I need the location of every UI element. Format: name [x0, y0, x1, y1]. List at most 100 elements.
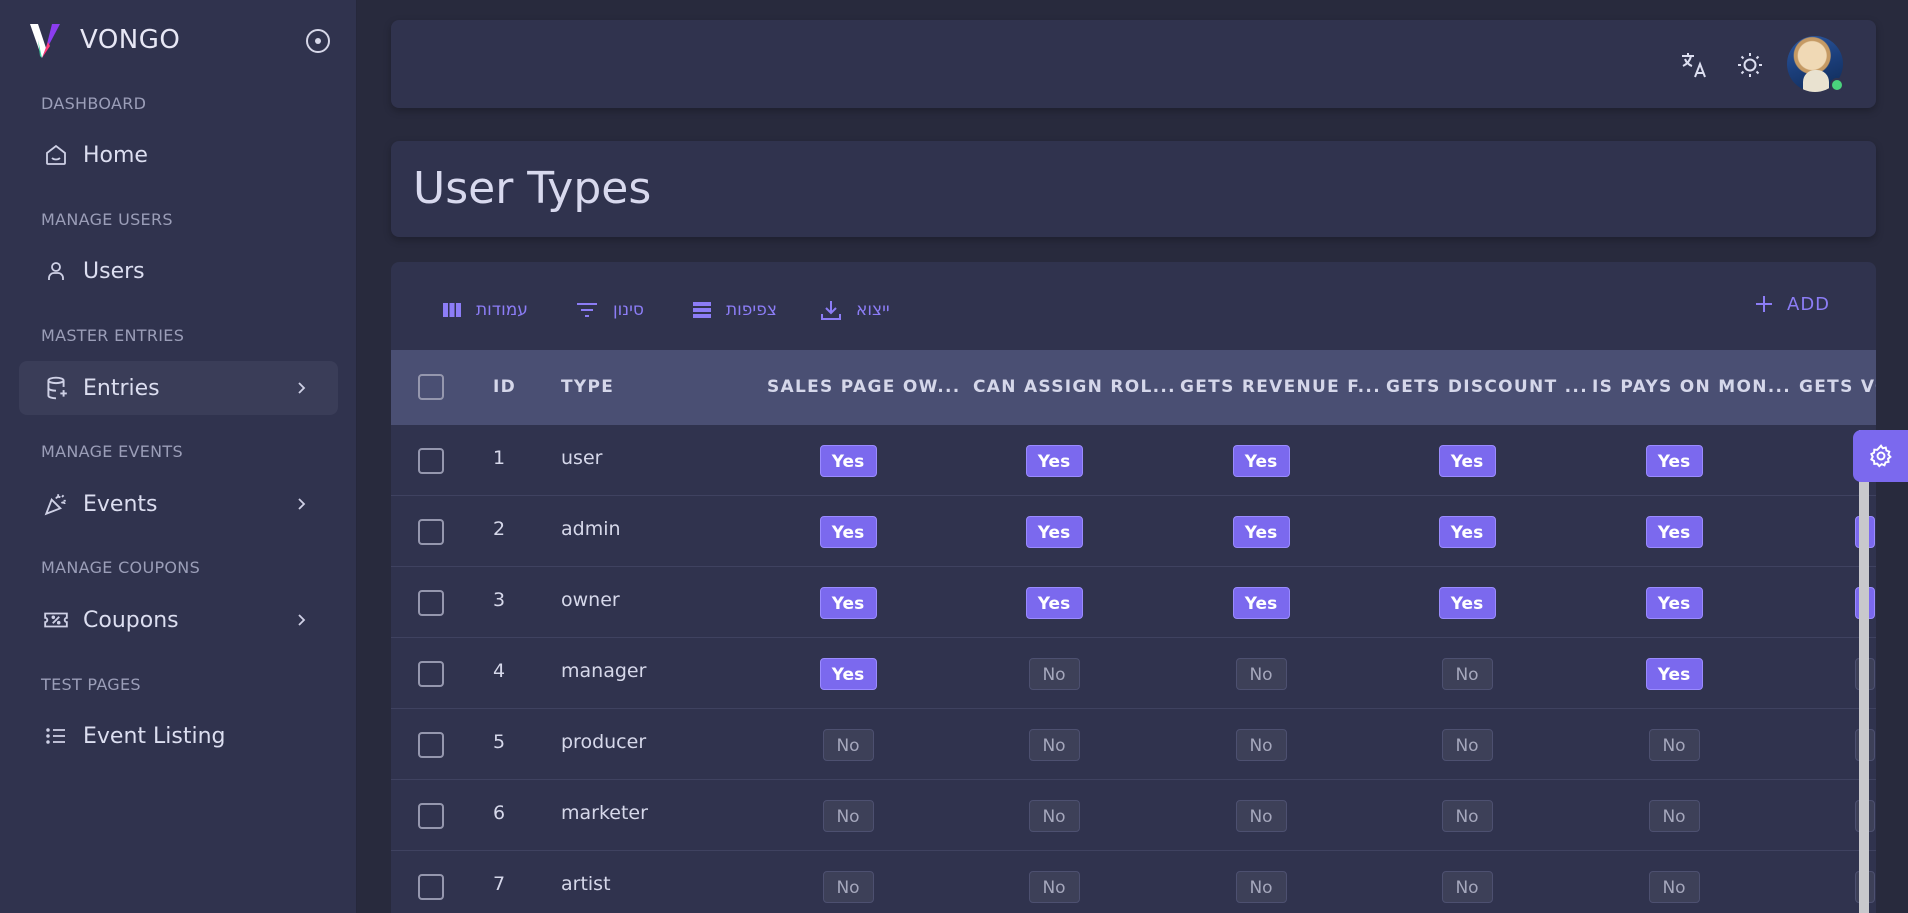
- sidebar-item-coupons[interactable]: Coupons: [19, 593, 338, 647]
- home-icon: [43, 142, 69, 168]
- cell-id: 4: [493, 660, 506, 682]
- yes-chip: Yes: [819, 445, 877, 477]
- chevron-right-icon: [298, 614, 306, 626]
- sun-icon[interactable]: [1735, 50, 1765, 80]
- page-title-card: User Types: [391, 141, 1876, 237]
- no-chip: No: [822, 729, 874, 761]
- cell-type: admin: [561, 518, 621, 540]
- density-icon: [693, 302, 711, 318]
- no-chip: No: [1235, 800, 1287, 832]
- chevron-right-icon: [298, 382, 306, 394]
- row-checkbox[interactable]: [418, 803, 444, 829]
- cell-id: 5: [493, 731, 506, 753]
- cell-id: 6: [493, 802, 506, 824]
- yes-chip: Yes: [1438, 587, 1496, 619]
- sidebar: VONGO DASHBOARD Home MANAGE USERS Users …: [0, 0, 357, 913]
- row-checkbox[interactable]: [418, 448, 444, 474]
- user-icon: [43, 258, 69, 284]
- columns-icon: [443, 303, 461, 317]
- no-chip: No: [1441, 871, 1493, 903]
- no-chip: No: [1648, 871, 1700, 903]
- cell-type: artist: [561, 873, 611, 895]
- row-checkbox[interactable]: [418, 519, 444, 545]
- section-label-test-pages: TEST PAGES: [41, 675, 141, 694]
- filter-button[interactable]: סינון: [575, 295, 644, 325]
- yes-chip: Yes: [1232, 587, 1290, 619]
- yes-chip: Yes: [1025, 445, 1083, 477]
- row-checkbox[interactable]: [418, 590, 444, 616]
- gear-icon: [1869, 444, 1892, 468]
- section-label-manage-users: MANAGE USERS: [41, 210, 173, 229]
- sidebar-item-label: Users: [83, 258, 145, 284]
- list-icon: [43, 723, 69, 749]
- column-header-gets-discount[interactable]: GETS DISCOUNT ...: [1386, 350, 1588, 425]
- table-row[interactable]: 3 owner Yes Yes Yes Yes Yes: [391, 567, 1876, 638]
- density-button[interactable]: צפיפות: [692, 295, 777, 325]
- sidebar-item-events[interactable]: Events: [19, 477, 338, 531]
- add-button[interactable]: ADD: [1753, 293, 1830, 315]
- row-checkbox[interactable]: [418, 874, 444, 900]
- top-header: [391, 20, 1876, 108]
- yes-chip: Yes: [1645, 658, 1703, 690]
- translate-icon[interactable]: [1679, 50, 1709, 80]
- filter-icon: [577, 303, 597, 317]
- yes-chip: Yes: [819, 516, 877, 548]
- table-row[interactable]: 1 user Yes Yes Yes Yes Yes: [391, 425, 1876, 496]
- sidebar-item-users[interactable]: Users: [19, 244, 338, 298]
- yes-chip: Yes: [1645, 445, 1703, 477]
- sidebar-item-event-listing[interactable]: Event Listing: [19, 709, 338, 763]
- sidebar-item-home[interactable]: Home: [19, 128, 338, 182]
- select-all-checkbox[interactable]: [418, 374, 444, 400]
- sidebar-item-label: Events: [83, 491, 158, 517]
- yes-chip: Yes: [1438, 445, 1496, 477]
- cell-type: manager: [561, 660, 647, 682]
- table-header-row: ID TYPE SALES PAGE OW... CAN ASSIGN ROL.…: [391, 350, 1876, 425]
- column-header-type[interactable]: TYPE: [561, 350, 614, 425]
- no-chip: No: [822, 871, 874, 903]
- no-chip: No: [1028, 729, 1080, 761]
- section-label-manage-events: MANAGE EVENTS: [41, 442, 183, 461]
- row-checkbox[interactable]: [418, 661, 444, 687]
- vertical-scrollbar[interactable]: [1859, 430, 1869, 913]
- column-header-gets-vo[interactable]: GETS VO: [1799, 350, 1876, 425]
- yes-chip: Yes: [1232, 445, 1290, 477]
- row-checkbox[interactable]: [418, 732, 444, 758]
- yes-chip: Yes: [1025, 587, 1083, 619]
- customizer-settings-button[interactable]: [1853, 430, 1908, 482]
- export-button[interactable]: ייצוא: [820, 295, 890, 325]
- yes-chip: Yes: [819, 587, 877, 619]
- cell-id: 1: [493, 447, 506, 469]
- column-header-gets-revenue[interactable]: GETS REVENUE F...: [1180, 350, 1381, 425]
- sidebar-collapse-button[interactable]: [306, 29, 330, 53]
- table-row[interactable]: 6 marketer No No No No No: [391, 780, 1876, 851]
- table-row[interactable]: 2 admin Yes Yes Yes Yes Yes: [391, 496, 1876, 567]
- table-row[interactable]: 5 producer No No No No No: [391, 709, 1876, 780]
- yes-chip: Yes: [1232, 516, 1290, 548]
- no-chip: No: [1648, 729, 1700, 761]
- plus-icon: [1756, 296, 1772, 312]
- no-chip: No: [1441, 658, 1493, 690]
- column-header-id[interactable]: ID: [493, 350, 516, 425]
- cell-type: owner: [561, 589, 620, 611]
- column-header-can-assign-role[interactable]: CAN ASSIGN ROL...: [973, 350, 1176, 425]
- sidebar-item-label: Entries: [83, 375, 160, 401]
- download-icon: [821, 301, 841, 320]
- yes-chip: Yes: [819, 658, 877, 690]
- column-header-sales-page-owner[interactable]: SALES PAGE OW...: [767, 350, 961, 425]
- no-chip: No: [1648, 800, 1700, 832]
- table-row[interactable]: 4 manager Yes No No No Yes: [391, 638, 1876, 709]
- page-title: User Types: [413, 163, 652, 214]
- cell-id: 2: [493, 518, 506, 540]
- user-types-table-card: עמודות סינון צפיפות ייצוא ADD ID TYPE SA…: [391, 262, 1876, 913]
- sidebar-item-entries[interactable]: Entries: [19, 361, 338, 415]
- sidebar-item-label: Coupons: [83, 607, 179, 633]
- no-chip: No: [822, 800, 874, 832]
- vongo-logo: [30, 24, 60, 58]
- table-row[interactable]: 7 artist No No No No No: [391, 851, 1876, 913]
- columns-button[interactable]: עמודות: [442, 295, 528, 325]
- brand[interactable]: VONGO: [28, 22, 180, 58]
- add-button-label: ADD: [1787, 293, 1831, 315]
- column-header-is-pays-on-month[interactable]: IS PAYS ON MON...: [1592, 350, 1791, 425]
- online-status-badge: [1830, 78, 1844, 92]
- cell-type: marketer: [561, 802, 648, 824]
